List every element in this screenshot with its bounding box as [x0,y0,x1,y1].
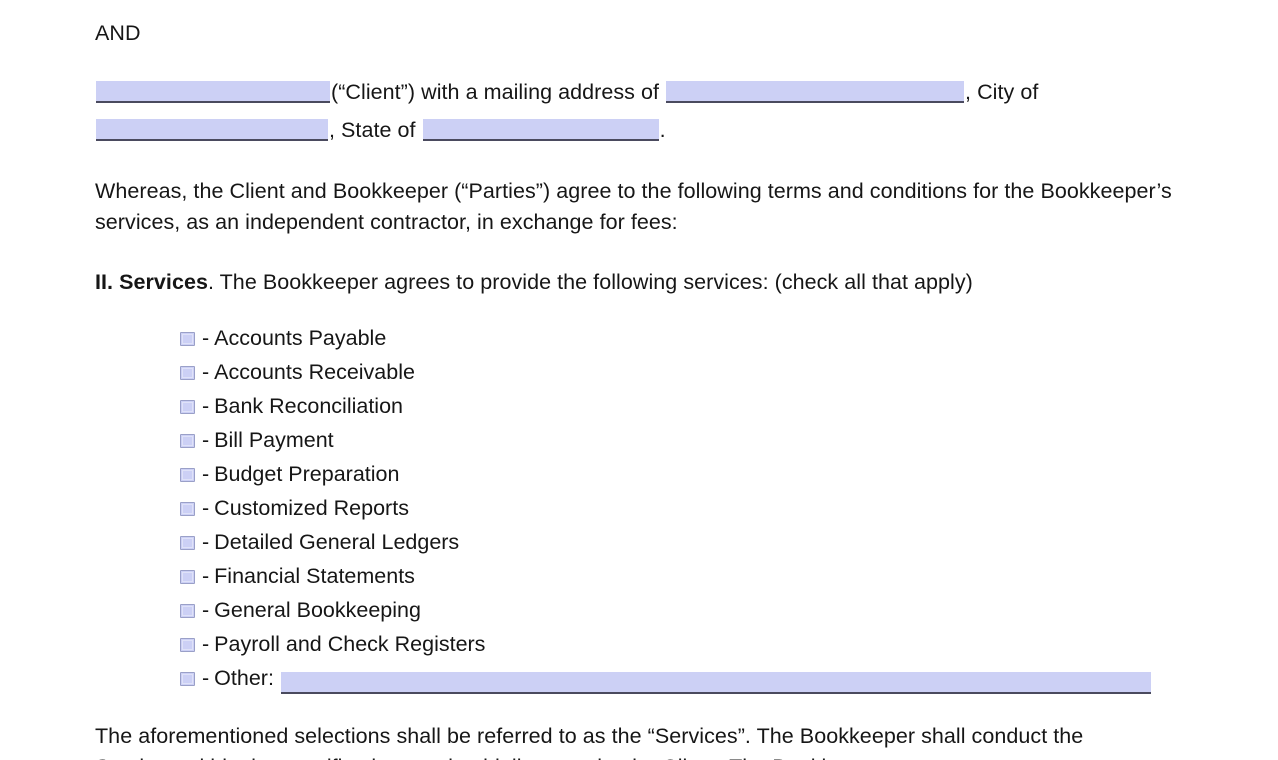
document-body: AND (“Client”) with a mailing address of… [95,0,1185,760]
bullet-dash: - [202,462,210,486]
checkbox-icon[interactable] [180,536,195,550]
document-page: AND (“Client”) with a mailing address of… [0,0,1278,760]
checkbox-icon[interactable] [180,502,195,516]
service-label: Financial Statements [214,564,415,588]
checkbox-icon[interactable] [180,434,195,448]
list-item[interactable]: - Customized Reports [180,491,1185,525]
bullet-dash: - [202,598,210,622]
bullet-dash: - [202,496,210,520]
checkbox-icon[interactable] [180,468,195,482]
checkbox-icon[interactable] [180,672,195,686]
services-checklist: - Accounts Payable - Accounts Receivable… [180,321,1185,695]
state-field[interactable] [422,119,659,141]
service-label: Accounts Payable [214,326,387,350]
bullet-dash: - [202,564,210,588]
service-label: General Bookkeeping [214,598,421,622]
bullet-dash: - [202,394,210,418]
bullet-dash: - [202,360,210,384]
list-item[interactable]: - Payroll and Check Registers [180,627,1185,661]
checkbox-icon[interactable] [180,570,195,584]
mailing-address-field[interactable] [666,81,965,103]
bullet-dash: - [202,326,210,350]
service-label: Detailed General Ledgers [214,530,460,554]
bullet-dash: - [202,428,210,452]
clause-terminator: . [659,118,666,142]
services-section-heading: II. Services. The Bookkeeper agrees to p… [95,267,1185,298]
list-item[interactable]: - Accounts Receivable [180,355,1185,389]
conjunction-line: AND [95,21,141,45]
city-field[interactable] [96,119,328,141]
closing-paragraph: The aforementioned selections shall be r… [95,724,1084,760]
whereas-paragraph: Whereas, the Client and Bookkeeper (“Par… [95,179,1172,234]
checkbox-icon[interactable] [180,638,195,652]
checkbox-icon[interactable] [180,604,195,618]
list-item[interactable]: - General Bookkeeping [180,593,1185,627]
list-item[interactable]: - Budget Preparation [180,457,1185,491]
checkbox-icon[interactable] [180,332,195,346]
list-item-other[interactable]: - Other: [180,661,1185,695]
city-label-text: , City of [965,80,1039,104]
checkbox-icon[interactable] [180,400,195,414]
list-item[interactable]: - Bank Reconciliation [180,389,1185,423]
client-name-field[interactable] [96,81,330,103]
list-item[interactable]: - Accounts Payable [180,321,1185,355]
bullet-dash: - [202,530,210,554]
service-label: Customized Reports [214,496,409,520]
checkbox-icon[interactable] [180,366,195,380]
service-label: Bank Reconciliation [214,394,404,418]
bullet-dash: - [202,666,210,690]
other-input-field[interactable] [280,672,1151,694]
party-clause-paragraph: (“Client”) with a mailing address of , C… [95,73,1185,149]
client-label-text: (“Client”) with a mailing address of [331,80,659,104]
service-label: Payroll and Check Registers [214,632,486,656]
list-item[interactable]: - Detailed General Ledgers [180,525,1185,559]
state-label-text: , State of [329,118,416,142]
section-heading-text: . The Bookkeeper agrees to provide the f… [207,270,973,294]
list-item[interactable]: - Bill Payment [180,423,1185,457]
service-label: Bill Payment [214,428,334,452]
service-label: Accounts Receivable [214,360,415,384]
other-label: Other: [214,666,274,690]
bullet-dash: - [202,632,210,656]
section-number: II. Services [95,270,208,294]
service-label: Budget Preparation [214,462,400,486]
list-item[interactable]: - Financial Statements [180,559,1185,593]
